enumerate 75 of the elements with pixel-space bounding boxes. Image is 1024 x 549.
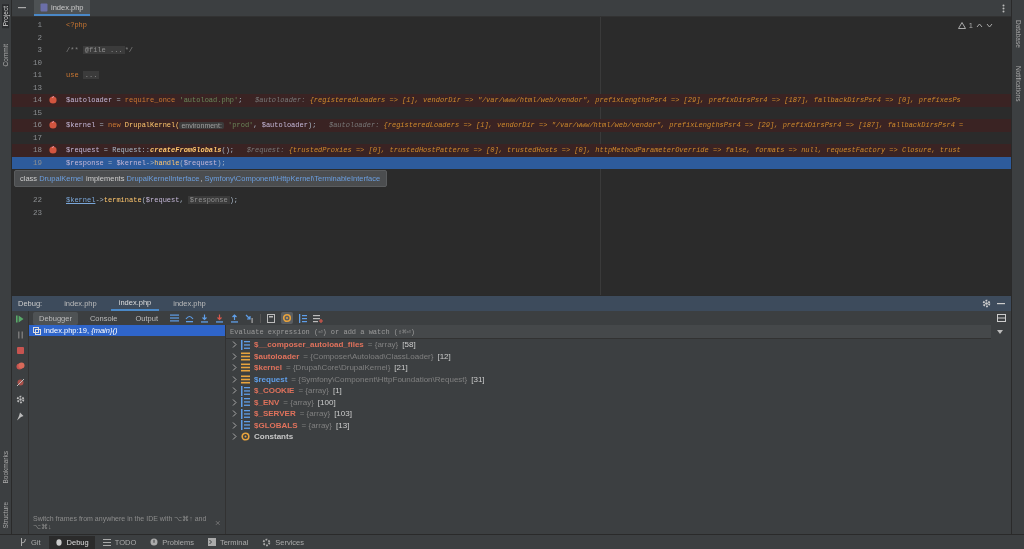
step-into-icon[interactable] [215,313,224,323]
variable-count: [13] [336,420,350,430]
step-into-icon[interactable] [200,313,209,323]
variable-row[interactable]: $__composer_autoload_files = {array} [58] [226,339,1011,351]
breakpoint-icon[interactable] [49,146,57,155]
variable-type: = {Composer\Autoload\ClassLoader} [303,351,434,361]
array-icon [241,385,250,396]
variable-row[interactable]: Constants [226,431,1011,443]
variable-row[interactable]: $GLOBALS = {array} [13] [226,419,1011,431]
variable-name: $_SERVER [254,409,296,419]
array-icon [241,339,250,350]
object-icon [241,374,250,384]
php-file-icon [40,2,48,12]
variable-count: [100] [317,397,336,407]
object-icon [241,351,250,361]
variable-type: = {array} [298,386,329,396]
variable-type: = {array} [299,409,331,419]
minimize-icon[interactable] [18,7,26,9]
variable-count: [103] [334,409,352,419]
pause-icon[interactable] [16,331,24,339]
variable-type: = {Symfony\Component\HttpFoundation\Request} [291,374,468,384]
variable-type: = {array} [283,397,314,407]
variable-count: [21] [394,363,408,373]
more-icon[interactable] [1002,3,1005,13]
variable-type: = {Drupal\Core\DrupalKernel} [286,363,391,373]
list-icon[interactable] [299,313,307,323]
array-icon [241,420,250,431]
variable-type: = {array} [301,420,333,430]
variable-count: [12] [437,351,451,361]
warning-icon[interactable] [957,22,966,29]
terminal-icon [207,538,216,546]
array-icon [241,397,250,408]
object-icon [241,363,250,373]
variable-name: $autoloader [254,351,300,361]
resume-icon[interactable] [16,315,24,323]
add-list-icon[interactable] [313,313,323,323]
pin-icon[interactable] [16,412,24,421]
variable-count: [1] [332,386,342,396]
breakpoint-icon[interactable] [49,121,57,130]
branch-icon [20,538,27,546]
variable-name: Constants [254,432,294,442]
list-icon[interactable] [170,314,179,322]
variable-row[interactable]: $request = {Symfony\Component\HttpFoundation\Request} [31] [226,373,1011,385]
variable-name: $request [254,374,288,384]
constants-icon [241,432,250,442]
variable-count: [31] [471,374,485,384]
variable-type: = {array} [367,340,399,350]
variable-name: $__composer_autoload_files [254,340,364,350]
mute-breakpoints-icon[interactable] [15,378,25,387]
minimize-icon[interactable] [997,302,1005,305]
breakpoint-icon[interactable] [49,96,57,105]
variable-count: [58] [402,340,416,350]
list-icon [102,538,111,546]
close-icon[interactable] [215,520,221,526]
frame-icon [33,326,41,335]
breakpoints-icon[interactable] [15,362,25,370]
step-over-icon[interactable] [185,313,194,323]
layout-icon[interactable] [997,313,1007,323]
variable-name: $GLOBALS [254,420,298,430]
variable-name: $kernel [254,363,283,373]
step-out-icon[interactable] [230,313,239,323]
variable-name: $_COOKIE [254,386,295,396]
variable-name: $_ENV [254,397,280,407]
variable-row[interactable]: $_ENV = {array} [100] [226,396,1011,408]
variable-row[interactable]: $_COOKIE = {array} [1] [226,385,1011,397]
variable-row[interactable]: $kernel = {Drupal\Core\DrupalKernel} [21] [226,362,1011,374]
run-to-cursor-icon[interactable] [245,313,254,323]
caret-icon[interactable] [997,330,1003,334]
array-icon [241,408,250,419]
stop-icon[interactable] [16,347,24,354]
variable-row[interactable]: $autoloader = {Composer\Autoload\ClassLoader} [12] [226,350,1011,362]
watches-icon[interactable] [281,312,293,324]
warning-circle-icon [150,538,159,546]
variable-row[interactable]: $_SERVER = {array} [103] [226,408,1011,420]
calculator-icon[interactable] [267,313,275,323]
